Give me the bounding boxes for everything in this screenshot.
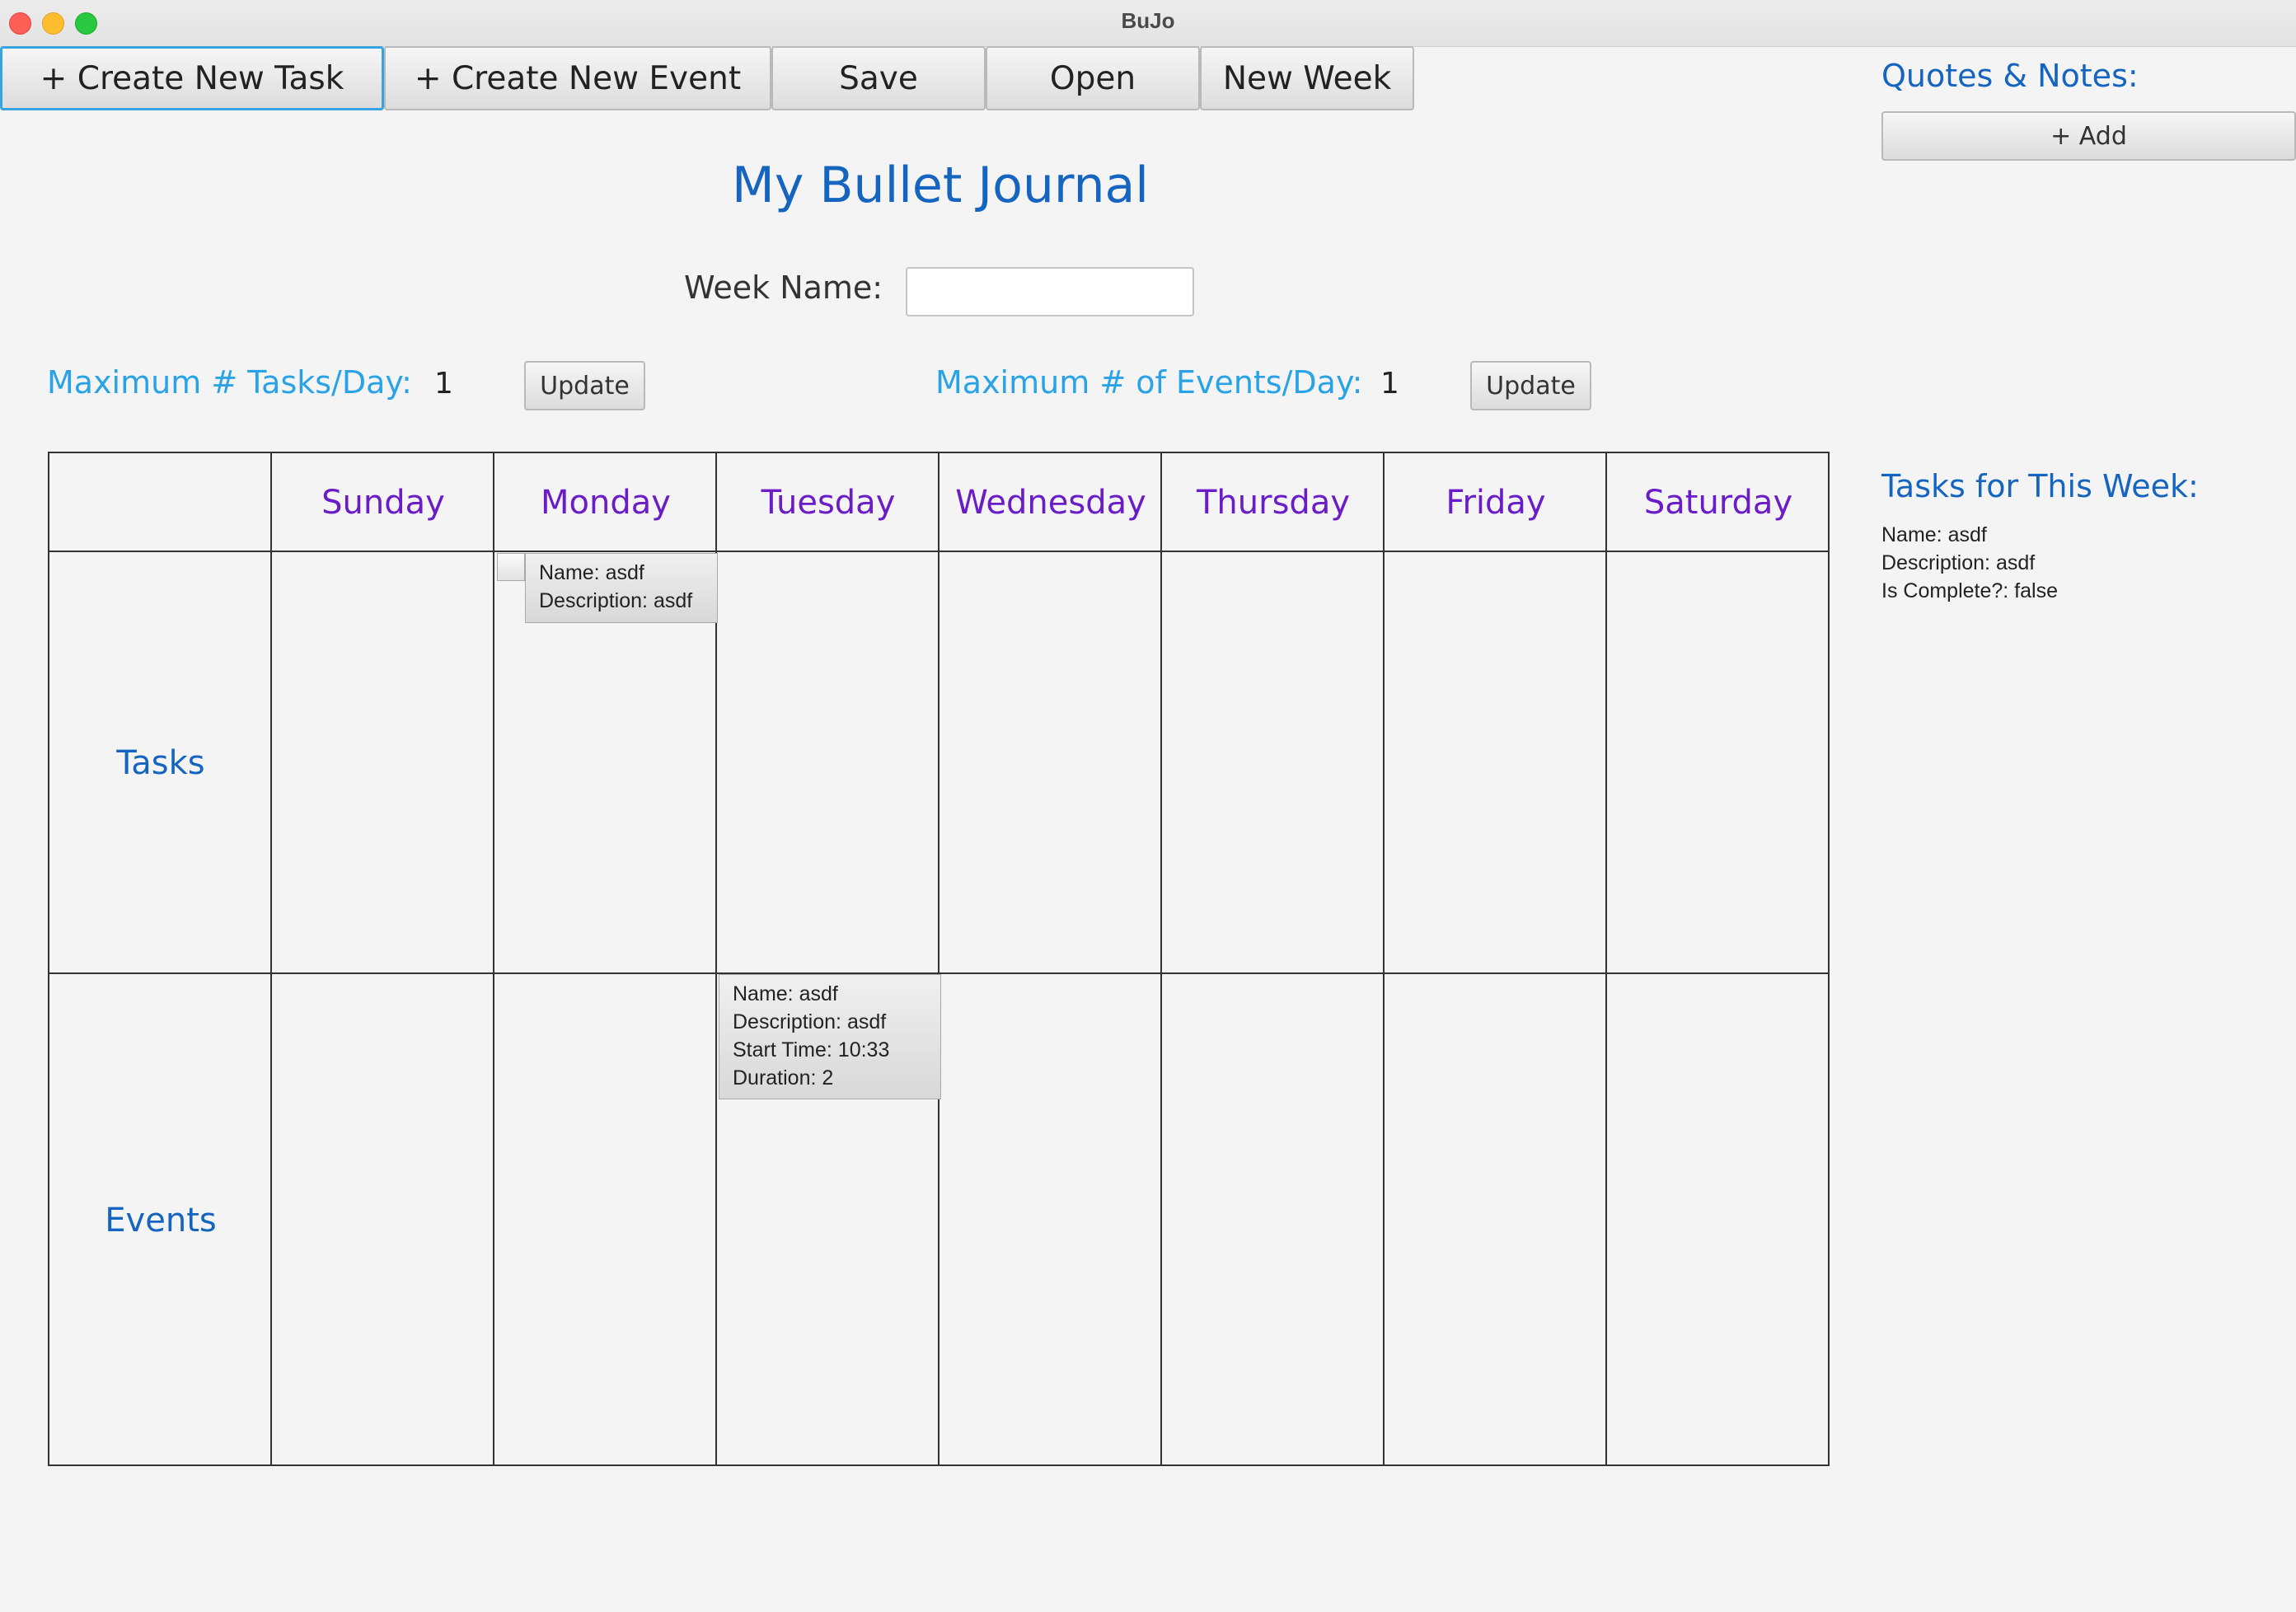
add-quote-button[interactable]: + Add <box>1881 111 2296 161</box>
max-tasks-value: 1 <box>434 367 453 401</box>
grid-divider <box>1383 453 1385 1464</box>
event-start-time: Start Time: 10:33 <box>733 1038 890 1061</box>
save-button[interactable]: Save <box>771 46 986 110</box>
tasks-this-week-heading: Tasks for This Week: <box>1881 468 2199 504</box>
window-title: BuJo <box>1121 8 1175 33</box>
open-button[interactable]: Open <box>986 46 1200 110</box>
day-header-saturday: Saturday <box>1643 484 1793 522</box>
week-name-input[interactable] <box>906 267 1194 316</box>
day-header-friday: Friday <box>1446 484 1546 522</box>
tasks-this-week-list: Name: asdf Description: asdf Is Complete… <box>1881 521 2058 605</box>
list-item: Name: asdf Description: asdf Is Complete… <box>1881 521 2058 605</box>
new-week-button[interactable]: New Week <box>1200 46 1414 110</box>
grid-divider <box>493 453 494 1464</box>
week-grid: Sunday Monday Tuesday Wednesday Thursday… <box>48 452 1830 1466</box>
task-summary-name: Name: asdf <box>1881 523 1987 546</box>
grid-divider <box>1160 453 1162 1464</box>
day-header-sunday: Sunday <box>321 484 445 522</box>
grid-divider <box>938 453 939 1464</box>
row-label-tasks: Tasks <box>116 744 205 782</box>
event-description: Description: asdf <box>733 1010 887 1033</box>
max-events-value: 1 <box>1380 367 1399 401</box>
create-new-event-button[interactable]: + Create New Event <box>384 46 771 110</box>
day-header-monday: Monday <box>541 484 671 522</box>
update-max-tasks-button[interactable]: Update <box>524 361 645 410</box>
event-card[interactable]: Name: asdf Description: asdf Start Time:… <box>719 974 941 1099</box>
max-events-label: Maximum # of Events/Day: <box>935 364 1363 401</box>
task-summary-complete: Is Complete?: false <box>1881 579 2058 602</box>
max-tasks-label: Maximum # Tasks/Day: <box>47 364 412 401</box>
task-complete-checkbox[interactable] <box>497 553 525 581</box>
page-title: My Bullet Journal <box>732 157 1149 214</box>
update-max-events-button[interactable]: Update <box>1470 361 1591 410</box>
create-new-task-button[interactable]: + Create New Task <box>0 46 384 110</box>
row-label-events: Events <box>105 1201 217 1239</box>
day-header-wednesday: Wednesday <box>955 484 1146 522</box>
app-window: BuJo + Create New Task + Create New Even… <box>0 0 2296 1612</box>
week-name-label: Week Name: <box>684 269 883 306</box>
event-duration: Duration: 2 <box>733 1066 834 1090</box>
task-summary-description: Description: asdf <box>1881 551 2036 574</box>
task-card[interactable]: Name: asdf Description: asdf <box>525 553 718 623</box>
title-bar: BuJo <box>0 0 2296 47</box>
event-name: Name: asdf <box>733 982 838 1005</box>
quotes-notes-heading: Quotes & Notes: <box>1881 58 2139 94</box>
task-name: Name: asdf <box>539 561 644 584</box>
task-description: Description: asdf <box>539 589 693 612</box>
day-header-tuesday: Tuesday <box>761 484 896 522</box>
grid-divider <box>1605 453 1607 1464</box>
day-header-thursday: Thursday <box>1197 484 1350 522</box>
